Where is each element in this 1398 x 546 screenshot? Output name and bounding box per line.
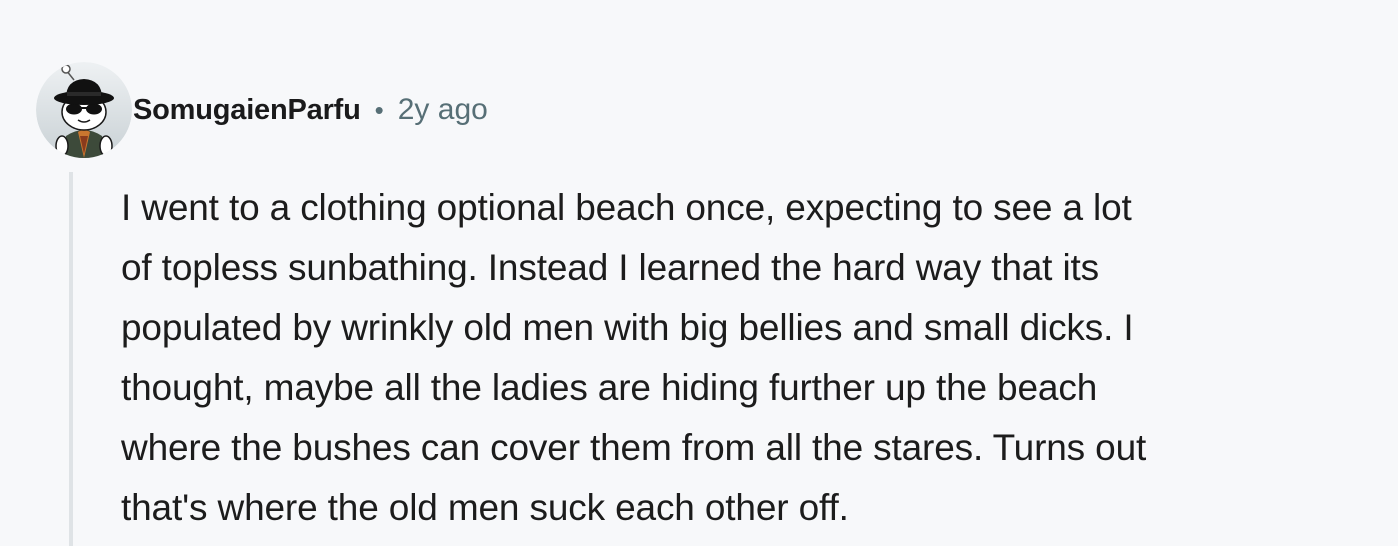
comment-body-line: populated by wrinkly old men with big be… bbox=[121, 307, 1134, 348]
comment-body-line: where the bushes can cover them from all… bbox=[121, 427, 1147, 468]
comment-timestamp[interactable]: 2y ago bbox=[398, 93, 488, 127]
comment-body: I went to a clothing optional beach once… bbox=[121, 178, 1371, 538]
user-avatar[interactable] bbox=[36, 62, 132, 158]
author-username[interactable]: SomugaienParfu bbox=[133, 94, 361, 127]
comment-body-line: I went to a clothing optional beach once… bbox=[121, 187, 1132, 228]
comment-header: SomugaienParfu • 2y ago bbox=[133, 88, 488, 132]
meta-separator: • bbox=[374, 95, 384, 125]
comment-body-line: that's where the old men suck each other… bbox=[121, 487, 849, 528]
comment: SomugaienParfu • 2y ago I went to a clot… bbox=[0, 0, 1398, 546]
comment-body-line: of topless sunbathing. Instead I learned… bbox=[121, 247, 1099, 288]
thread-collapse-line[interactable] bbox=[69, 172, 73, 546]
snoo-avatar-icon bbox=[36, 62, 132, 158]
comment-body-line: thought, maybe all the ladies are hiding… bbox=[121, 367, 1098, 408]
